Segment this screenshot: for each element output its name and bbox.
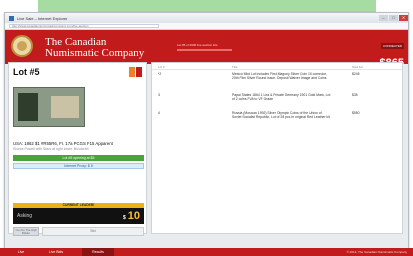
opening-bid-bar: Lot #5 opening at $5 [13,155,144,161]
row-lot-number: 4 [158,111,160,115]
row-lot-number: 3 [158,93,160,97]
connection-badge[interactable]: CONNECTED [380,43,404,49]
column-sold-for[interactable]: Sold For [352,65,363,69]
sale-progress-bar [177,49,232,51]
lot-description: USA: 1862 $1 #R55R6, Fr. 17a PCGS F15 Ap… [13,141,113,146]
browser-icon [9,15,14,21]
url-field[interactable]: http://www.canadiannumismaticcompany.com… [9,24,159,28]
company-logo-icon [11,35,33,57]
account-panel: CONNECTED $865 [366,34,404,69]
lot-sub-description: Shows Powell with Stars at right lower. … [13,147,90,151]
row-title: Russia (Moscow 1992) Silver Olympic Coin… [232,111,330,120]
row-sold-for: $550 [352,111,360,115]
row-title: Papal States 1864 1 Lira & Private Germa… [232,93,331,102]
window-titlebar: Live Sale – Internet Explorer – □ ✕ [5,13,408,23]
site-header: The Canadian Numismatic Company Lot #5 o… [5,30,408,69]
address-bar: http://www.canadiannumismaticcompany.com… [5,23,408,30]
column-title[interactable]: Title [232,65,238,69]
internet-proxy-bar: Internet Proxy: $ 5 [13,163,144,169]
lot-title: Lot #5 [13,67,40,77]
tab-live[interactable]: Live [8,248,34,256]
brand-name[interactable]: The Canadian Numismatic Company [45,37,144,59]
screenshot-stage: Live Sale – Internet Explorer – □ ✕ http… [0,0,413,256]
bid-button[interactable]: Bid [42,227,144,236]
bid-button-row: You Are The High Bidder Bid [13,227,144,236]
copyright-text: © 2014, The Canadian Numismatic Company [346,250,407,254]
window-controls: – □ ✕ [378,15,408,21]
asking-currency: $ [122,215,126,221]
asking-amount: 10 [127,210,140,222]
lot-flags [128,67,142,77]
asking-label: Asking [17,213,33,219]
row-lot-number: *2 [158,72,162,76]
alert-flag-icon[interactable] [136,67,142,77]
close-button[interactable]: ✕ [399,15,408,21]
high-bidder-button[interactable]: You Are The High Bidder [13,227,39,236]
window-title: Live Sale – Internet Explorer [17,15,68,21]
row-sold-for: $245 [352,72,360,76]
asking-price-box: Asking $10 [13,208,144,224]
minimize-button[interactable]: – [379,15,388,21]
row-sold-for: $35 [352,93,358,97]
results-table-header: Lot # Title Sold For [152,63,402,70]
brand-line-2: Numismatic Company [45,47,145,59]
results-panel: Lot # Title Sold For *2 Mexico Mint Lot … [151,62,403,234]
tab-live-bids[interactable]: Live Bids [40,248,72,256]
sale-progress: Lot #5 of 2000 live auction lots [177,43,267,51]
column-lot-number[interactable]: Lot # [158,65,165,69]
sale-note-text: Lot #5 of 2000 live auction lots [177,43,218,47]
asking-value: $10 [123,210,140,222]
current-lot-panel: Lot #5 USA: 1862 $1 #R55R6, Fr. 17a PCGS… [8,62,147,236]
tab-results[interactable]: Results [82,248,114,256]
maximize-button[interactable]: □ [389,15,398,21]
watch-flag-icon[interactable] [129,67,135,77]
lot-image[interactable] [13,87,85,127]
footer-bar: Live Live Bids Results © 2014, The Canad… [0,248,413,256]
row-title: Mexico Mint Lot includes First Maguey Si… [232,72,327,81]
